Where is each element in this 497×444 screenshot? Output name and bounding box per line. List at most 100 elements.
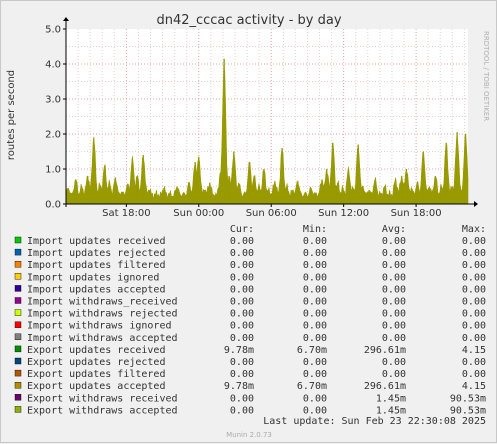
munin-graph: dn42_cccac activity - by day RRDTOOL / T… <box>0 0 497 443</box>
legend-value: 296.61m <box>364 381 406 392</box>
legend-value: 296.61m <box>364 345 406 356</box>
legend-label: Export updates accepted <box>27 381 165 392</box>
legend-label: Export updates filtered <box>27 369 165 380</box>
x-tick-labels: Sat 18:00 Sun 00:00 Sun 06:00 Sun 12:00 Sun … <box>102 204 442 219</box>
legend-label: Import withdraws ignored <box>27 321 172 332</box>
legend-swatch <box>14 333 22 340</box>
legend-header: Min: <box>303 224 327 235</box>
legend-value: 90.53m <box>450 405 486 416</box>
y-axis-arrow <box>63 17 69 21</box>
x-tick-label: Sun 12:00 <box>318 208 369 219</box>
legend-value: 90.53m <box>450 393 486 404</box>
legend-value: 0.00 <box>462 357 486 368</box>
legend-swatch <box>14 345 22 353</box>
legend-swatch <box>14 248 22 256</box>
legend-swatch <box>14 273 22 280</box>
legend-value: 0.00 <box>382 333 406 344</box>
legend-value: 9.78m <box>224 345 254 356</box>
legend-value: 1.45m <box>376 393 406 404</box>
legend-label: Export withdraws received <box>27 393 178 404</box>
x-tick-label: Sun 18:00 <box>391 208 442 219</box>
y-tick-label: 2.0 <box>45 130 61 141</box>
legend-label: Import updates accepted <box>27 284 165 295</box>
legend-value: 0.00 <box>230 357 254 368</box>
legend-value: 0.00 <box>303 272 327 283</box>
legend-value: 0.00 <box>462 236 486 247</box>
legend-value: 0.00 <box>382 272 406 283</box>
legend-value: 0.00 <box>303 321 327 332</box>
legend-swatch <box>14 382 22 389</box>
y-axis-label: routes per second <box>6 70 17 160</box>
legend-value: 4.15 <box>462 345 486 356</box>
legend-value: 0.00 <box>462 369 486 380</box>
legend-swatch <box>14 394 22 401</box>
legend-value: 0.00 <box>462 284 486 295</box>
legend-swatch <box>14 261 22 268</box>
legend-label: Import updates filtered <box>27 260 165 271</box>
legend-label: Export updates rejected <box>27 357 165 368</box>
chart-svg: dn42_cccac activity - by day RRDTOOL / T… <box>6 13 490 439</box>
legend-value: 0.00 <box>230 297 254 308</box>
legend-value: 0.00 <box>303 248 327 259</box>
legend-value: 0.00 <box>382 248 406 259</box>
legend-value: 0.00 <box>230 393 254 404</box>
legend-label: Import withdraws rejected <box>27 309 178 320</box>
legend-label: Export updates received <box>27 345 165 356</box>
x-tick-label: Sun 06:00 <box>246 208 297 219</box>
legend-value: 0.00 <box>303 405 327 416</box>
legend-swatch <box>14 321 22 328</box>
y-tick-label: 3.0 <box>45 95 61 106</box>
y-tick-label: 0.0 <box>45 200 61 211</box>
legend-value: 0.00 <box>303 333 327 344</box>
legend-value: 0.00 <box>230 309 254 320</box>
legend-label: Import withdraws_received <box>27 297 178 308</box>
legend-value: 0.00 <box>462 272 486 283</box>
legend-value: 0.00 <box>382 309 406 320</box>
legend-value: 0.00 <box>230 284 254 295</box>
y-tick-label: 5.0 <box>45 25 61 36</box>
legend-value: 0.00 <box>382 357 406 368</box>
legend-value: 0.00 <box>303 309 327 320</box>
legend-value: 6.70m <box>297 345 327 356</box>
legend-value: 0.00 <box>462 297 486 308</box>
legend-value: 9.78m <box>224 381 254 392</box>
legend-value: 0.00 <box>462 321 486 332</box>
legend-value: 0.00 <box>382 260 406 271</box>
y-tick-labels: 0.0 1.0 2.0 3.0 4.0 5.0 <box>45 25 66 211</box>
legend-swatch <box>14 406 22 413</box>
legend-value: 0.00 <box>303 284 327 295</box>
x-tick-label: Sat 18:00 <box>102 208 150 219</box>
legend-value: 0.00 <box>303 260 327 271</box>
legend-value: 0.00 <box>230 369 254 380</box>
legend-value: 0.00 <box>462 260 486 271</box>
legend-swatch <box>14 369 22 377</box>
legend-swatch <box>14 236 22 244</box>
legend-value: 0.00 <box>462 309 486 320</box>
legend-value: 0.00 <box>303 369 327 380</box>
legend: Cur: Min: Avg: Max: Import updates received 0… <box>14 224 486 416</box>
x-axis-arrow <box>474 201 478 207</box>
legend-label: Import updates rejected <box>27 248 165 259</box>
legend-header: Avg: <box>382 224 406 235</box>
legend-value: 0.00 <box>303 393 327 404</box>
legend-header: Cur: <box>230 224 254 235</box>
legend-value: 0.00 <box>303 357 327 368</box>
y-tick-label: 4.0 <box>45 60 61 71</box>
rrdtool-credit: RRDTOOL / TOBI OETIKER <box>482 31 490 121</box>
legend-value: 0.00 <box>303 297 327 308</box>
legend-value: 4.15 <box>462 381 486 392</box>
chart-title: dn42_cccac activity - by day <box>156 13 341 28</box>
legend-swatch <box>14 357 22 365</box>
legend-value: 0.00 <box>382 297 406 308</box>
legend-value: 0.00 <box>230 272 254 283</box>
legend-value: 0.00 <box>303 236 327 247</box>
legend-value: 0.00 <box>230 405 254 416</box>
legend-value: 0.00 <box>382 284 406 295</box>
legend-swatch <box>14 309 22 316</box>
munin-version: Munin 2.0.73 <box>226 431 272 439</box>
legend-value: 1.45m <box>376 405 406 416</box>
legend-swatch <box>14 285 22 292</box>
legend-value: 0.00 <box>382 236 406 247</box>
legend-value: 0.00 <box>462 333 486 344</box>
legend-value: 0.00 <box>230 236 254 247</box>
